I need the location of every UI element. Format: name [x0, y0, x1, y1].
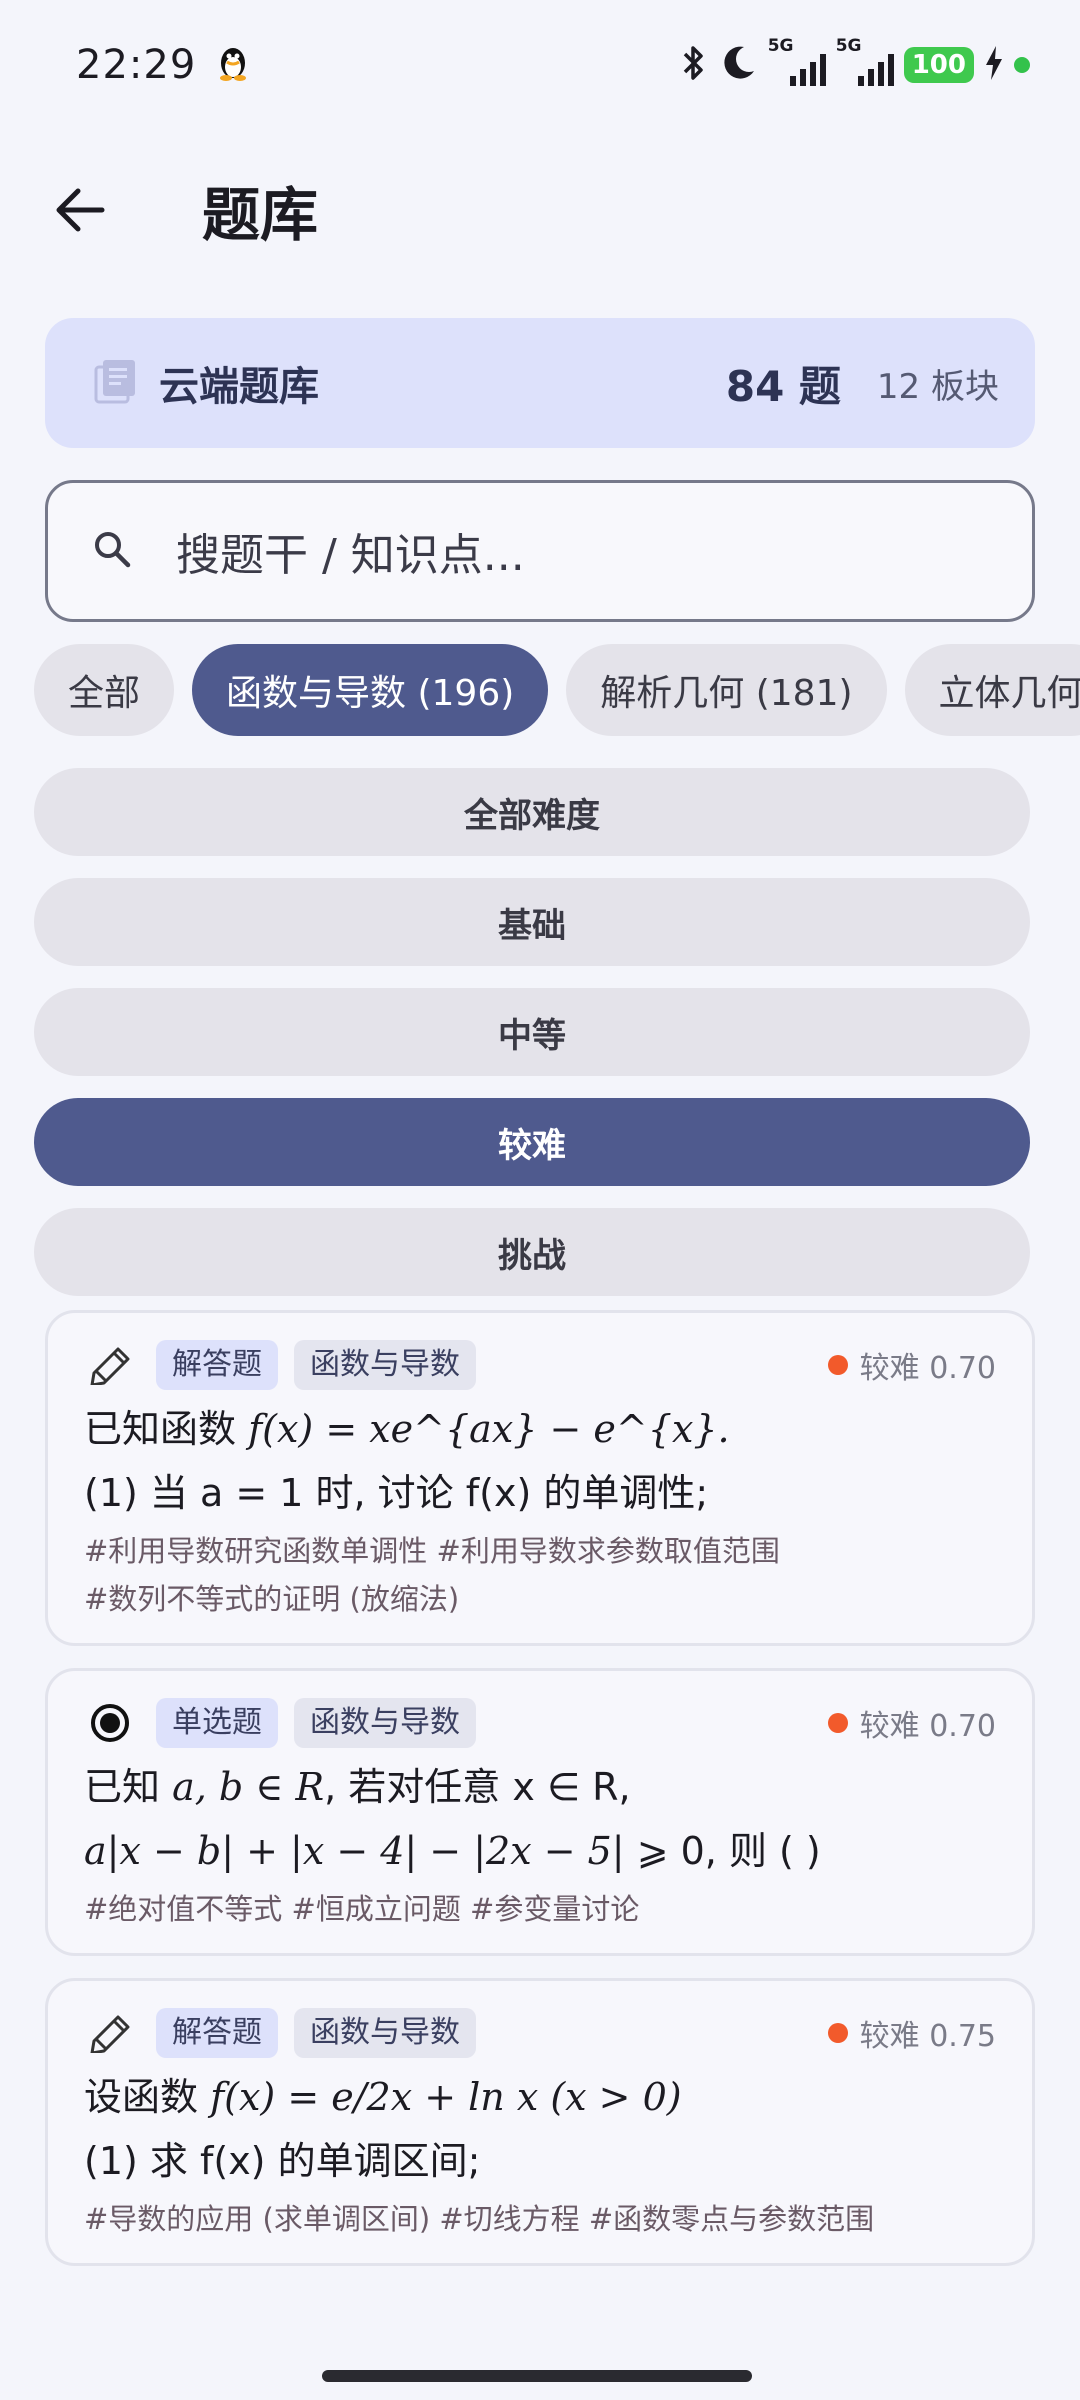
math-expression: a|x − b| + |x − 4| − |2x − 5|: [84, 1829, 625, 1873]
battery-level: 100: [903, 47, 974, 83]
pencil-icon: [84, 1339, 136, 1391]
question-stem-line: (1) 当 a = 1 时, 讨论 f(x) 的单调性;: [84, 1471, 709, 1515]
back-button[interactable]: [20, 150, 140, 270]
difficulty-dot: [827, 2023, 848, 2043]
math-expression: a, b ∈ R: [172, 1765, 325, 1809]
do-not-disturb-moon-icon: [720, 43, 758, 87]
question-type-tag: 单选题: [156, 1698, 278, 1748]
question-stem-line: (1) 求 f(x) 的单调区间;: [84, 2139, 481, 2183]
question-count: 84 题: [725, 361, 841, 411]
cell-signal-2-icon: 5G: [836, 36, 894, 86]
difficulty-label: 较难 0.75: [859, 2019, 996, 2054]
cell-signal-1-icon: 5G: [768, 36, 826, 86]
knowledge-tags: #导数的应用 (求单调区间) #切线方程 #函数零点与参数范围: [84, 2202, 875, 2236]
difficulty-filter-list: 全部难度 基础 中等 较难 挑战: [34, 768, 1030, 1318]
charging-bolt-icon: [984, 46, 1004, 84]
chip-all[interactable]: 全部: [34, 644, 175, 736]
category-chip-row: 全部 函数与导数 (196) 解析几何 (181) 立体几何: [34, 644, 1080, 736]
difficulty-dot: [827, 1713, 848, 1733]
question-card[interactable]: 解答题 函数与导数 较难 0.75 设函数 f(x) = e/2x + ln x…: [45, 1978, 1035, 2266]
chip-solid-geometry[interactable]: 立体几何: [904, 644, 1080, 736]
arrow-back-icon: [56, 188, 105, 232]
math-expression: f(x) = xe^{ax} − e^{x}.: [248, 1407, 730, 1451]
home-gesture-bar[interactable]: [322, 2370, 752, 2382]
search-input[interactable]: 搜题干 / 知识点...: [45, 480, 1035, 622]
cloud-bank-summary-card: 云端题库 84 题 12 板块: [45, 318, 1035, 448]
question-category-tag: 函数与导数: [294, 1698, 476, 1748]
knowledge-tags: #数列不等式的证明 (放缩法): [84, 1582, 460, 1616]
section-count: 12 板块: [876, 366, 999, 407]
question-card[interactable]: 单选题 函数与导数 较难 0.70 已知 a, b ∈ R, 若对任意 x ∈ …: [45, 1668, 1035, 1956]
difficulty-indicator: 较难 0.70: [827, 1701, 996, 1745]
search-placeholder: 搜题干 / 知识点...: [176, 530, 525, 581]
difficulty-challenge-button[interactable]: 挑战: [34, 1208, 1030, 1296]
chip-functions-derivatives[interactable]: 函数与导数 (196): [192, 644, 549, 736]
knowledge-tags: #绝对值不等式 #恒成立问题 #参变量讨论: [84, 1892, 640, 1926]
question-stem-line: 已知 a, b ∈ R, 若对任意 x ∈ R,: [84, 1765, 631, 1809]
difficulty-dot: [827, 1355, 848, 1375]
knowledge-tags: #利用导数研究函数单调性 #利用导数求参数取值范围: [84, 1534, 780, 1568]
difficulty-indicator: 较难 0.75: [827, 2011, 996, 2055]
difficulty-indicator: 较难 0.70: [827, 1343, 996, 1387]
math-expression: f(x) = e/2x + ln x (x > 0): [210, 2075, 682, 2119]
qq-penguin-icon: [218, 45, 248, 85]
question-stem-line: 已知函数 f(x) = xe^{ax} − e^{x}.: [84, 1407, 730, 1451]
privacy-indicator-dot: [1014, 57, 1030, 73]
difficulty-basic-button[interactable]: 基础: [34, 878, 1030, 966]
page-title: 题库: [202, 181, 319, 249]
question-type-tag: 解答题: [156, 1340, 278, 1390]
question-category-tag: 函数与导数: [294, 2008, 476, 2058]
status-time: 22:29: [76, 42, 197, 88]
chip-analytic-geometry[interactable]: 解析几何 (181): [566, 644, 887, 736]
search-icon: [92, 529, 132, 573]
question-list: 解答题 函数与导数 较难 0.70 已知函数 f(x) = xe^{ax} − …: [45, 1310, 1035, 2400]
library-books-icon: [93, 358, 139, 408]
question-stem-line: a|x − b| + |x − 4| − |2x − 5| ⩾ 0, 则 ( ): [84, 1829, 821, 1873]
question-stem-line: 设函数 f(x) = e/2x + ln x (x > 0): [84, 2075, 682, 2119]
difficulty-label: 较难 0.70: [859, 1351, 996, 1386]
question-type-tag: 解答题: [156, 2008, 278, 2058]
status-bar: 22:29 5G 5G 100: [0, 0, 1080, 130]
difficulty-all-button[interactable]: 全部难度: [34, 768, 1030, 856]
radio-icon: [84, 1697, 136, 1749]
difficulty-medium-button[interactable]: 中等: [34, 988, 1030, 1076]
summary-title: 云端题库: [159, 364, 319, 410]
bluetooth-icon: [676, 43, 710, 87]
difficulty-hard-button[interactable]: 较难: [34, 1098, 1030, 1186]
difficulty-label: 较难 0.70: [859, 1709, 996, 1744]
question-category-tag: 函数与导数: [294, 1340, 476, 1390]
pencil-icon: [84, 2007, 136, 2059]
question-card[interactable]: 解答题 函数与导数 较难 0.70 已知函数 f(x) = xe^{ax} − …: [45, 1310, 1035, 1646]
app-bar: 题库: [0, 150, 1080, 270]
